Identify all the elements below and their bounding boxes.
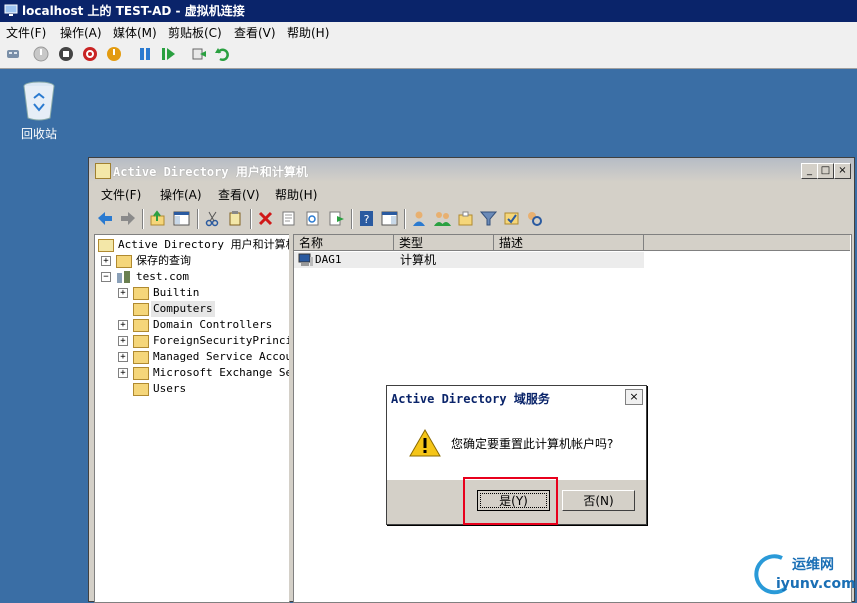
watermark-text-1: 运维网: [792, 557, 834, 573]
properties-icon[interactable]: [280, 210, 297, 227]
resume-icon[interactable]: [160, 46, 176, 62]
ad-menu-action[interactable]: 操作(A): [160, 186, 202, 203]
refresh-icon[interactable]: [304, 210, 321, 227]
up-level-icon[interactable]: [149, 210, 166, 227]
vm-menu-file[interactable]: 文件(F): [6, 24, 46, 41]
expand-icon[interactable]: +: [118, 320, 128, 330]
expand-icon[interactable]: +: [118, 368, 128, 378]
recycle-bin-label: 回收站: [20, 127, 57, 141]
domain-icon: [117, 271, 130, 283]
vm-menu-help[interactable]: 帮助(H): [287, 24, 329, 41]
export-list-icon[interactable]: [328, 210, 345, 227]
dialog-message: 您确定要重置此计算机帐户吗?: [451, 437, 614, 451]
show-hide-tree-icon[interactable]: [173, 210, 190, 227]
start-icon[interactable]: [33, 46, 49, 62]
vm-menu-media[interactable]: 媒体(M): [113, 24, 157, 41]
vm-title-bar: localhost 上的 TEST-AD - 虚拟机连接: [0, 0, 857, 22]
cell-type: 计算机: [400, 253, 437, 267]
folder-icon: [133, 287, 149, 300]
back-icon[interactable]: [97, 210, 114, 227]
column-header-filler: [644, 235, 850, 251]
column-header-type[interactable]: 类型: [394, 235, 494, 251]
folder-icon: [133, 351, 149, 364]
ad-users-computers-window: Active Directory 用户和计算机 _ □ × 文件(F) 操作(A…: [88, 157, 855, 603]
dialog-title: Active Directory 域服务: [391, 392, 550, 406]
vm-menu-view[interactable]: 查看(V): [234, 24, 276, 41]
folder-icon: [133, 383, 149, 396]
dialog-body: 您确定要重置此计算机帐户吗?: [387, 408, 646, 480]
ad-title-bar: Active Directory 用户和计算机 _ □ ×: [89, 158, 854, 182]
new-ou-icon[interactable]: [457, 210, 474, 227]
recycle-bin-icon[interactable]: [22, 80, 56, 122]
watermark-text-2: iyunv.com: [776, 576, 856, 592]
expand-icon[interactable]: +: [118, 336, 128, 346]
ad-app-icon: [95, 163, 111, 179]
no-button[interactable]: 否(N): [562, 490, 635, 511]
expand-icon[interactable]: +: [101, 256, 111, 266]
column-header-description[interactable]: 描述: [494, 235, 644, 251]
new-user-icon[interactable]: [411, 210, 428, 227]
folder-icon: [116, 255, 132, 268]
ad-menu-help[interactable]: 帮助(H): [275, 186, 317, 203]
svg-text:?: ?: [364, 213, 370, 226]
close-button[interactable]: ×: [834, 163, 851, 179]
delete-icon[interactable]: [257, 210, 274, 227]
forward-icon[interactable]: [119, 210, 136, 227]
vm-menu-clipboard[interactable]: 剪贴板(C): [168, 24, 222, 41]
vm-title: localhost 上的 TEST-AD - 虚拟机连接: [22, 4, 245, 18]
column-header-name[interactable]: 名称: [294, 235, 394, 251]
vm-toolbar: [0, 42, 857, 69]
copy-icon[interactable]: [227, 210, 244, 227]
power-icon[interactable]: [106, 46, 122, 62]
expand-icon[interactable]: +: [118, 288, 128, 298]
ad-window-title: Active Directory 用户和计算机: [113, 165, 308, 179]
annotation-highlight-box: [463, 477, 558, 525]
ad-menu-bar: 文件(F) 操作(A) 查看(V) 帮助(H): [89, 182, 854, 204]
snapin-icon: [98, 239, 114, 252]
snapshot-icon[interactable]: [191, 46, 207, 62]
console-tree: Active Directory 用户和计算机 + 保存的查询 − test.c…: [94, 234, 290, 603]
warning-icon: [409, 428, 441, 457]
find-objects-icon[interactable]: [526, 210, 543, 227]
vm-connection-icon: [4, 4, 18, 16]
vm-menu-bar: 文件(F) 操作(A) 媒体(M) 剪贴板(C) 查看(V) 帮助(H): [0, 22, 857, 42]
vm-menu-action[interactable]: 操作(A): [60, 24, 102, 41]
ou-folder-icon: [133, 319, 149, 332]
shutdown-icon[interactable]: [82, 46, 98, 62]
dialog-title-bar: Active Directory 域服务 ×: [387, 386, 646, 408]
expand-icon[interactable]: +: [118, 352, 128, 362]
add-to-group-icon[interactable]: [503, 210, 520, 227]
ou-folder-icon: [133, 367, 149, 380]
filter-icon[interactable]: [480, 210, 497, 227]
watermark: 运维网 iyunv.com: [752, 552, 856, 598]
ad-menu-view[interactable]: 查看(V): [218, 186, 260, 203]
dialog-close-button[interactable]: ×: [625, 389, 643, 405]
ad-menu-file[interactable]: 文件(F): [101, 186, 141, 203]
new-group-icon[interactable]: [434, 210, 451, 227]
show-hide-action-pane-icon[interactable]: [381, 210, 398, 227]
revert-icon[interactable]: [214, 46, 230, 62]
cut-icon[interactable]: [204, 210, 221, 227]
computer-icon: [298, 253, 313, 266]
help-icon[interactable]: ?: [358, 210, 375, 227]
pause-icon[interactable]: [137, 46, 153, 62]
ctrl-alt-del-icon[interactable]: [5, 46, 21, 62]
folder-icon: [133, 335, 149, 348]
ad-toolbar: ?: [89, 206, 854, 232]
folder-icon: [133, 303, 149, 316]
collapse-icon[interactable]: −: [101, 272, 111, 282]
maximize-button[interactable]: □: [817, 163, 834, 179]
turnoff-icon[interactable]: [58, 46, 74, 62]
cell-name: DAG1: [315, 253, 342, 266]
minimize-button[interactable]: _: [801, 163, 818, 179]
table-row[interactable]: DAG1 计算机: [294, 252, 644, 268]
